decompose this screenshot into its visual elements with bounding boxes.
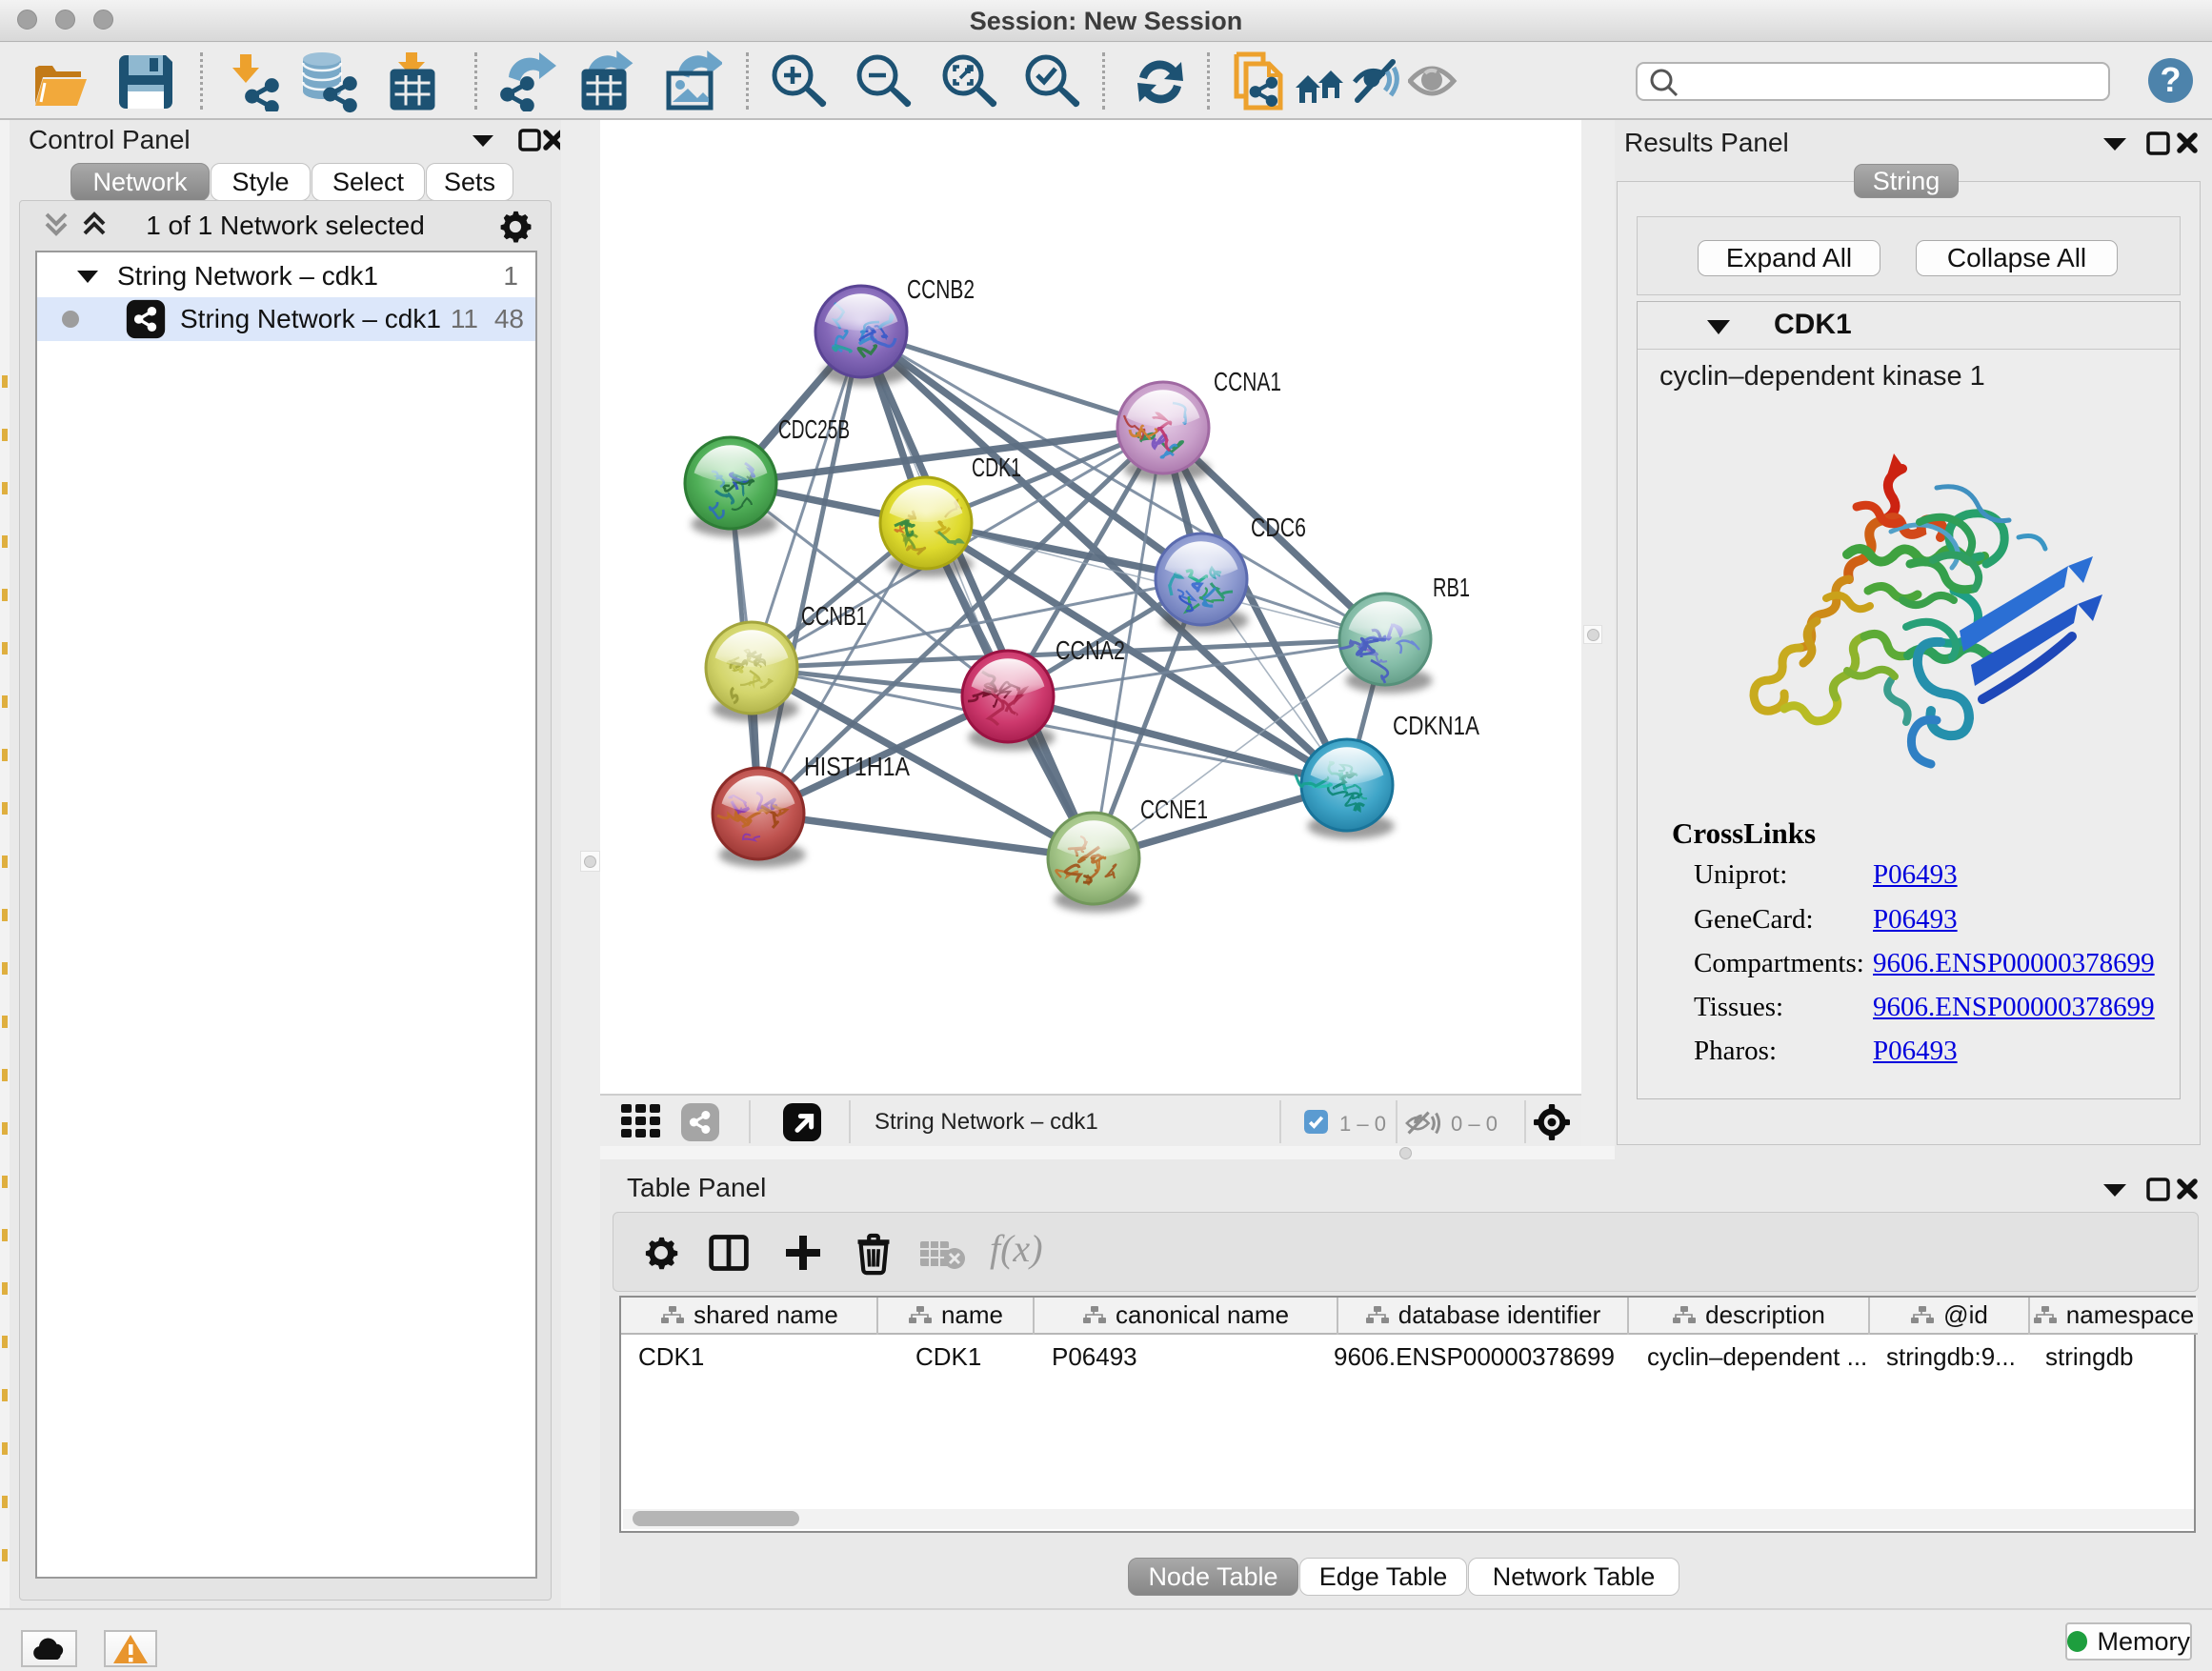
svg-text:CCNA2: CCNA2 [1056, 635, 1125, 665]
svg-text:CDC6: CDC6 [1251, 513, 1306, 542]
svg-text:HIST1H1A: HIST1H1A [804, 752, 910, 781]
svg-text:CCNB1: CCNB1 [801, 601, 867, 631]
svg-text:RB1: RB1 [1433, 573, 1470, 602]
svg-text:CDC25B: CDC25B [778, 414, 850, 444]
svg-text:CCNE1: CCNE1 [1140, 795, 1208, 824]
svg-text:CDKN1A: CDKN1A [1393, 711, 1479, 740]
svg-text:CCNA1: CCNA1 [1214, 367, 1281, 396]
svg-text:CCNB2: CCNB2 [907, 274, 975, 304]
svg-text:CDK1: CDK1 [972, 453, 1021, 482]
